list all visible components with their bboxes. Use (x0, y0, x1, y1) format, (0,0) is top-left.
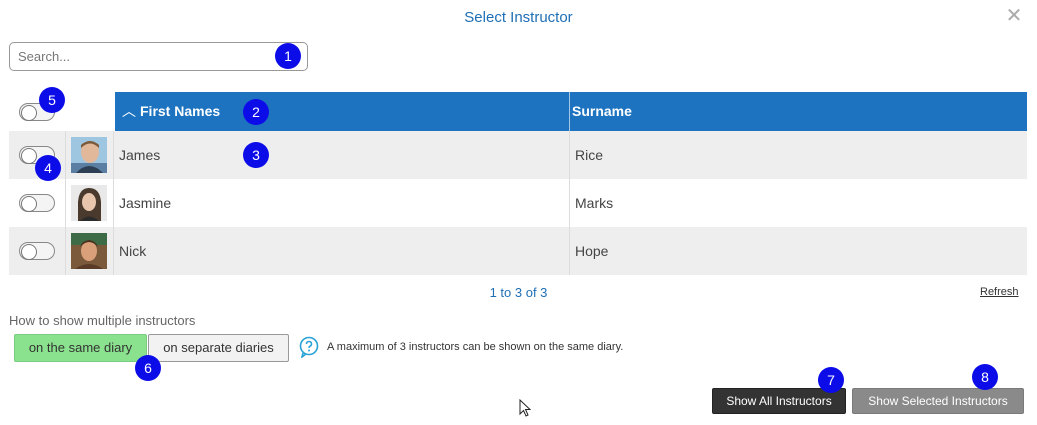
row-select-toggle[interactable] (19, 194, 55, 212)
table-header: ︿ First Names Surname (9, 92, 1027, 131)
dialog-title: Select Instructor (464, 9, 573, 26)
cell-divider (65, 131, 66, 179)
row-select-toggle[interactable] (19, 242, 55, 260)
annotation-badge: 8 (972, 364, 998, 390)
avatar (71, 233, 107, 269)
table-row[interactable]: Jasmine Marks (9, 179, 1027, 227)
chevron-up-icon: ︿ (122, 103, 136, 119)
annotation-badge: 4 (35, 155, 61, 181)
column-surname[interactable]: Surname (572, 92, 632, 131)
cell-first-name: Jasmine (119, 195, 172, 211)
multi-instructors-label: How to show multiple instructors (9, 313, 196, 328)
question-bubble-icon[interactable] (298, 336, 320, 359)
cell-divider (113, 179, 114, 227)
cell-divider (113, 131, 114, 179)
pagination-summary: 1 to 3 of 3 (489, 285, 548, 300)
table-row[interactable]: James Rice (9, 131, 1027, 179)
annotation-badge: 1 (275, 43, 301, 69)
separate-diaries-button[interactable]: on separate diaries (148, 334, 289, 362)
instructor-table: ︿ First Names Surname James Rice Jasmine … (9, 92, 1027, 275)
close-icon[interactable]: ✕ (1005, 6, 1023, 26)
cell-divider (65, 179, 66, 227)
cell-divider (569, 179, 570, 227)
max-instructors-note: A maximum of 3 instructors can be shown … (327, 341, 624, 353)
cell-divider (569, 131, 570, 179)
cell-first-name: Nick (119, 243, 147, 259)
avatar (71, 137, 107, 173)
column-first-names[interactable]: ︿ First Names (122, 92, 220, 131)
annotation-badge: 2 (243, 99, 269, 125)
cell-surname: Rice (575, 147, 604, 163)
cell-divider (569, 227, 570, 275)
show-selected-instructors-button[interactable]: Show Selected Instructors (852, 388, 1024, 414)
avatar (71, 185, 107, 221)
annotation-badge: 6 (135, 355, 161, 381)
cell-divider (113, 227, 114, 275)
same-diary-button[interactable]: on the same diary (14, 334, 147, 362)
cell-divider (65, 227, 66, 275)
cell-surname: Marks (575, 195, 614, 211)
table-row[interactable]: Nick Hope (9, 227, 1027, 275)
annotation-badge: 5 (39, 87, 65, 113)
column-first-label: First Names (140, 103, 221, 119)
cell-surname: Hope (575, 243, 609, 259)
mouse-pointer-icon (519, 398, 533, 419)
cell-first-name: James (119, 147, 161, 163)
search-input[interactable] (9, 42, 308, 71)
annotation-badge: 3 (243, 142, 269, 168)
annotation-badge: 7 (818, 367, 844, 393)
header-divider (569, 92, 570, 131)
refresh-link[interactable]: Refresh (980, 286, 1019, 298)
